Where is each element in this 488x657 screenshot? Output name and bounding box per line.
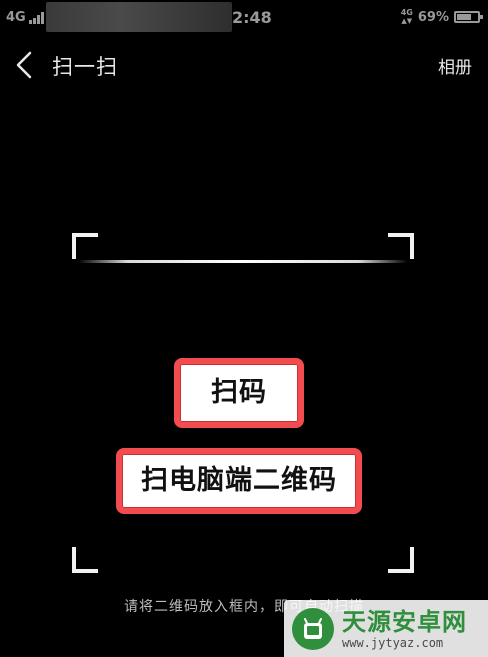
scan-line: [78, 260, 408, 263]
battery-percent: 69%: [417, 9, 449, 25]
blurred-notification-area: [46, 2, 232, 32]
album-button[interactable]: 相册: [438, 53, 472, 78]
page-title: 扫一扫: [52, 55, 118, 79]
status-left: 4G: [6, 10, 44, 25]
watermark: 天源安卓网 www.jytyaz.com: [284, 600, 488, 657]
scan-corner-bottom-left: [72, 547, 98, 573]
site-logo-icon: [292, 607, 334, 650]
status-bar: 4G 2:48 4G ▲▼ 69%: [0, 0, 488, 34]
scan-corner-bottom-right: [388, 547, 414, 573]
signal-icon: [28, 11, 44, 24]
annotation-scan-code: 扫码: [174, 358, 304, 428]
chevron-left-icon: [16, 51, 32, 79]
header-bar: 扫一扫 相册: [0, 40, 488, 90]
annotation-scan-pc-qr: 扫电脑端二维码: [116, 448, 362, 514]
status-right: 4G ▲▼ 69%: [400, 8, 483, 26]
network-type-right: 4G ▲▼: [400, 8, 413, 26]
battery-icon: [454, 11, 483, 23]
watermark-name: 天源安卓网: [342, 607, 467, 636]
scan-corner-top-right: [388, 233, 414, 259]
back-button[interactable]: [10, 48, 42, 82]
network-type-left: 4G: [6, 10, 26, 25]
status-time: 2:48: [232, 8, 272, 27]
scan-corner-top-left: [72, 233, 98, 259]
watermark-url: www.jytyaz.com: [342, 635, 444, 650]
